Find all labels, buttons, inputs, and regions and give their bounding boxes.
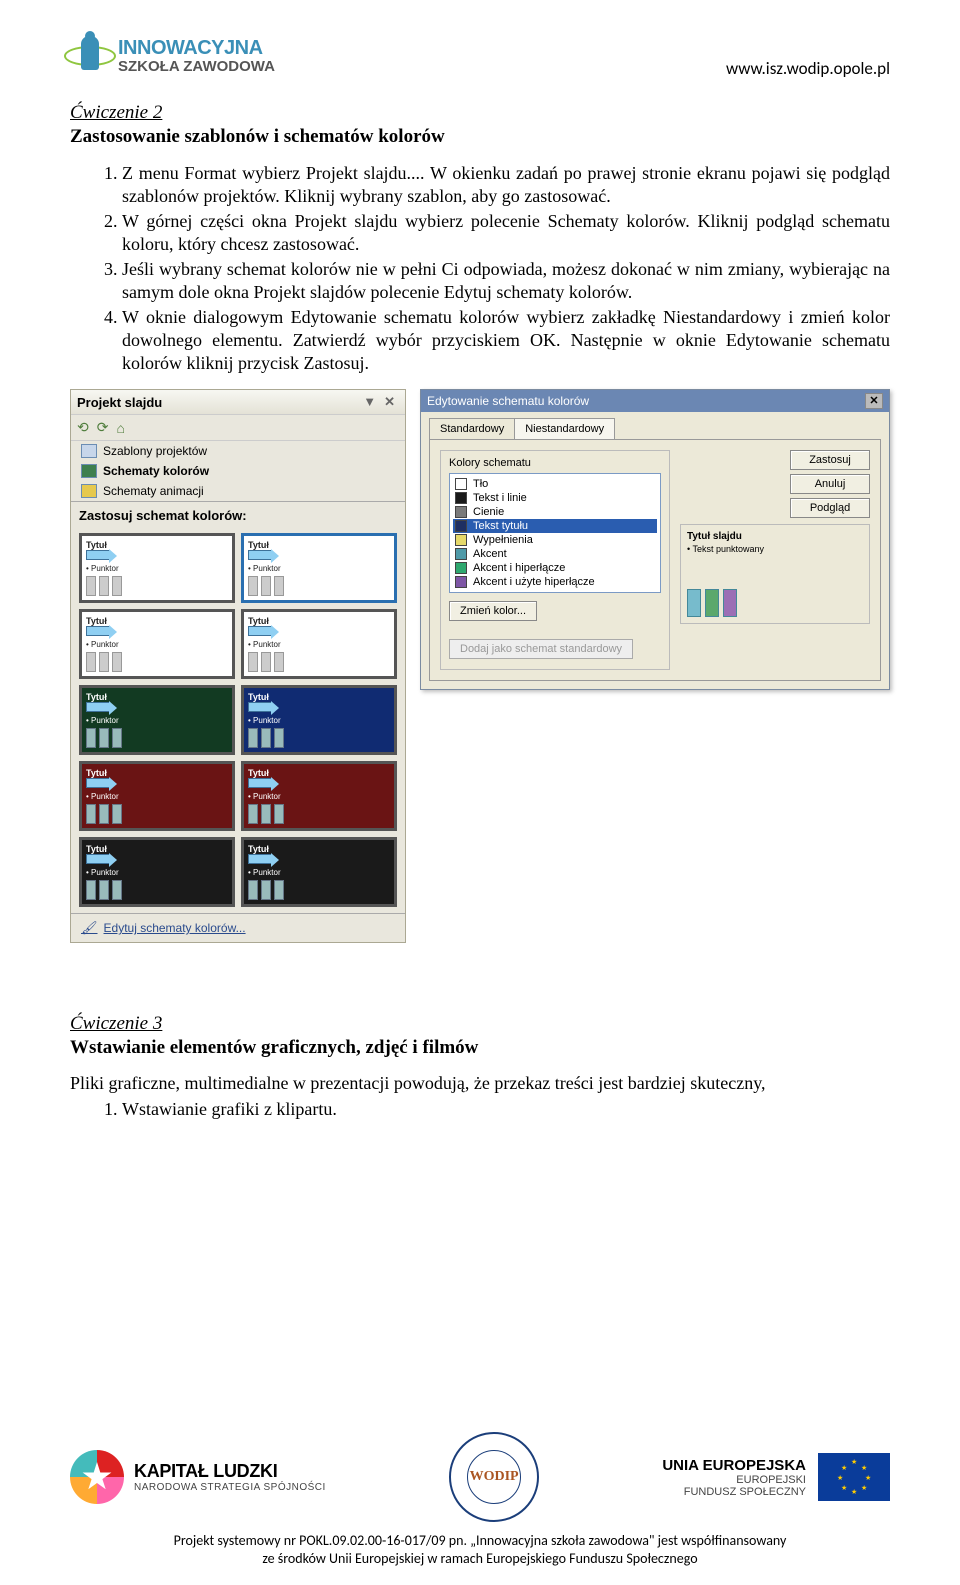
ex2-step-4: W oknie dialogowym Edytowanie schematu k… (122, 306, 890, 375)
color-swatch (455, 534, 467, 546)
taskpane-title: Projekt slajdu (77, 395, 162, 410)
color-item[interactable]: Akcent i hiperłącze (453, 561, 657, 575)
color-swatch (455, 548, 467, 560)
dropdown-icon[interactable]: ▼ (359, 394, 380, 409)
color-item[interactable]: Cienie (453, 505, 657, 519)
color-swatch (455, 492, 467, 504)
task-pane-project-slide: Projekt slajdu ▼✕ ⟲ ⟳ ⌂ Szablony projekt… (70, 389, 406, 943)
page-footer: KAPITAŁ LUDZKI NARODOWA STRATEGIA SPÓJNO… (0, 1432, 960, 1567)
star-icon (70, 1450, 124, 1504)
ex3-steps: Wstawianie grafiki z klipartu. (70, 1098, 890, 1121)
ex2-step-3: Jeśli wybrany schemat kolorów nie w pełn… (122, 258, 890, 304)
add-standard-scheme-button[interactable]: Dodaj jako schemat standardowy (449, 639, 633, 659)
color-label: Tekst i linie (473, 492, 527, 504)
scheme-thumb[interactable]: Tytuł• Punktor (79, 533, 235, 603)
color-swatch (455, 478, 467, 490)
ex2-step-2: W górnej części okna Projekt slajdu wybi… (122, 210, 890, 256)
ex3-title: Ćwiczenie 3 (70, 1013, 890, 1035)
scheme-thumb[interactable]: Tytuł• Punktor (79, 609, 235, 679)
ex2-steps: Z menu Format wybierz Projekt slajdu....… (70, 162, 890, 375)
change-color-button[interactable]: Zmień kolor... (449, 601, 537, 621)
ex3-step-1: Wstawianie grafiki z klipartu. (122, 1098, 890, 1121)
logo-line1: INNOWACYJNA (118, 38, 275, 59)
scheme-thumb[interactable]: Tytuł• Punktor (79, 761, 235, 831)
color-item[interactable]: Tło (453, 477, 657, 491)
forward-icon[interactable]: ⟳ (97, 419, 109, 436)
link-animation-schemes[interactable]: Schematy animacji (71, 481, 405, 501)
apply-scheme-header: Zastosuj schemat kolorów: (71, 501, 405, 527)
color-item[interactable]: Akcent i użyte hiperłącze (453, 575, 657, 589)
animation-icon (81, 484, 97, 498)
templates-icon (81, 444, 97, 458)
ex2-title: Ćwiczenie 2 (70, 102, 890, 124)
ex3-body: Pliki graficzne, multimedialne w prezent… (70, 1073, 890, 1094)
cancel-button[interactable]: Anuluj (790, 474, 870, 494)
color-label: Wypełnienia (473, 534, 533, 546)
color-swatch (455, 562, 467, 574)
kapital-ludzki-logo: KAPITAŁ LUDZKI NARODOWA STRATEGIA SPÓJNO… (70, 1450, 326, 1504)
scheme-thumb[interactable]: Tytuł• Punktor (241, 685, 397, 755)
tab-standard[interactable]: Standardowy (429, 418, 515, 439)
color-label: Cienie (473, 506, 504, 518)
close-button[interactable]: ✕ (865, 393, 883, 409)
color-swatch (455, 506, 467, 518)
color-label: Akcent (473, 548, 507, 560)
exercise-3: Ćwiczenie 3 Wstawianie elementów graficz… (70, 1013, 890, 1121)
taskpane-nav: ⟲ ⟳ ⌂ (71, 415, 405, 441)
tab-custom[interactable]: Niestandardowy (514, 418, 615, 439)
color-item[interactable]: Akcent (453, 547, 657, 561)
color-item[interactable]: Tekst tytułu (453, 519, 657, 533)
logo-left: INNOWACYJNA SZKOŁA ZAWODOWA (70, 30, 275, 82)
edit-color-schemes-link[interactable]: Edytuj schematy kolorów... (71, 913, 405, 942)
color-label: Akcent i użyte hiperłącze (473, 576, 595, 588)
scheme-thumb[interactable]: Tytuł• Punktor (241, 837, 397, 907)
preview-button[interactable]: Podgląd (790, 498, 870, 518)
dialog-title: Edytowanie schematu kolorów (427, 394, 589, 408)
logo-line2: SZKOŁA ZAWODOWA (118, 59, 275, 75)
color-swatch (455, 576, 467, 588)
logo-icon (70, 30, 110, 82)
footer-text: Projekt systemowy nr POKL.09.02.00-16-01… (70, 1532, 890, 1567)
color-item[interactable]: Wypełnienia (453, 533, 657, 547)
color-schemes-icon (81, 464, 97, 478)
color-label: Tło (473, 478, 488, 490)
home-icon[interactable]: ⌂ (116, 420, 124, 436)
color-swatch (455, 520, 467, 532)
close-icon[interactable]: ✕ (380, 394, 399, 409)
ex2-subtitle: Zastosowanie szablonów i schematów kolor… (70, 126, 890, 148)
scheme-color-list[interactable]: Tło Tekst i linie Cienie Tekst tytułu Wypełn… (449, 473, 661, 593)
scheme-thumb[interactable]: Tytuł• Punktor (241, 533, 397, 603)
dialog-edit-color-scheme: Edytowanie schematu kolorów ✕ Standardow… (420, 389, 890, 690)
exercise-2: Ćwiczenie 2 Zastosowanie szablonów i sch… (70, 102, 890, 375)
scheme-preview: Tytuł slajdu • Tekst punktowany (680, 524, 870, 624)
eu-logo: UNIA EUROPEJSKA EUROPEJSKI FUNDUSZ SPOŁE… (662, 1453, 890, 1501)
eu-flag-icon: ★★ ★★ ★★ ★★ (818, 1453, 890, 1501)
scheme-thumb[interactable]: Tytuł• Punktor (241, 761, 397, 831)
back-icon[interactable]: ⟲ (77, 419, 89, 436)
scheme-thumb[interactable]: Tytuł• Punktor (79, 685, 235, 755)
color-label: Akcent i hiperłącze (473, 562, 565, 574)
color-label: Tekst tytułu (473, 520, 528, 532)
scheme-thumb[interactable]: Tytuł• Punktor (241, 609, 397, 679)
scheme-thumbnails: Tytuł• Punktor Tytuł• Punktor Tytuł• Pun… (71, 527, 405, 913)
site-url: www.isz.wodip.opole.pl (726, 58, 890, 79)
scheme-thumb[interactable]: Tytuł• Punktor (79, 837, 235, 907)
wodip-logo: WODIP (449, 1432, 539, 1522)
link-templates[interactable]: Szablony projektów (71, 441, 405, 461)
color-item[interactable]: Tekst i linie (453, 491, 657, 505)
scheme-colors-header: Kolory schematu (449, 457, 661, 469)
link-color-schemes[interactable]: Schematy kolorów (71, 461, 405, 481)
apply-button[interactable]: Zastosuj (790, 450, 870, 470)
ex3-subtitle: Wstawianie elementów graficznych, zdjęć … (70, 1037, 890, 1059)
ex2-step-1: Z menu Format wybierz Projekt slajdu....… (122, 162, 890, 208)
